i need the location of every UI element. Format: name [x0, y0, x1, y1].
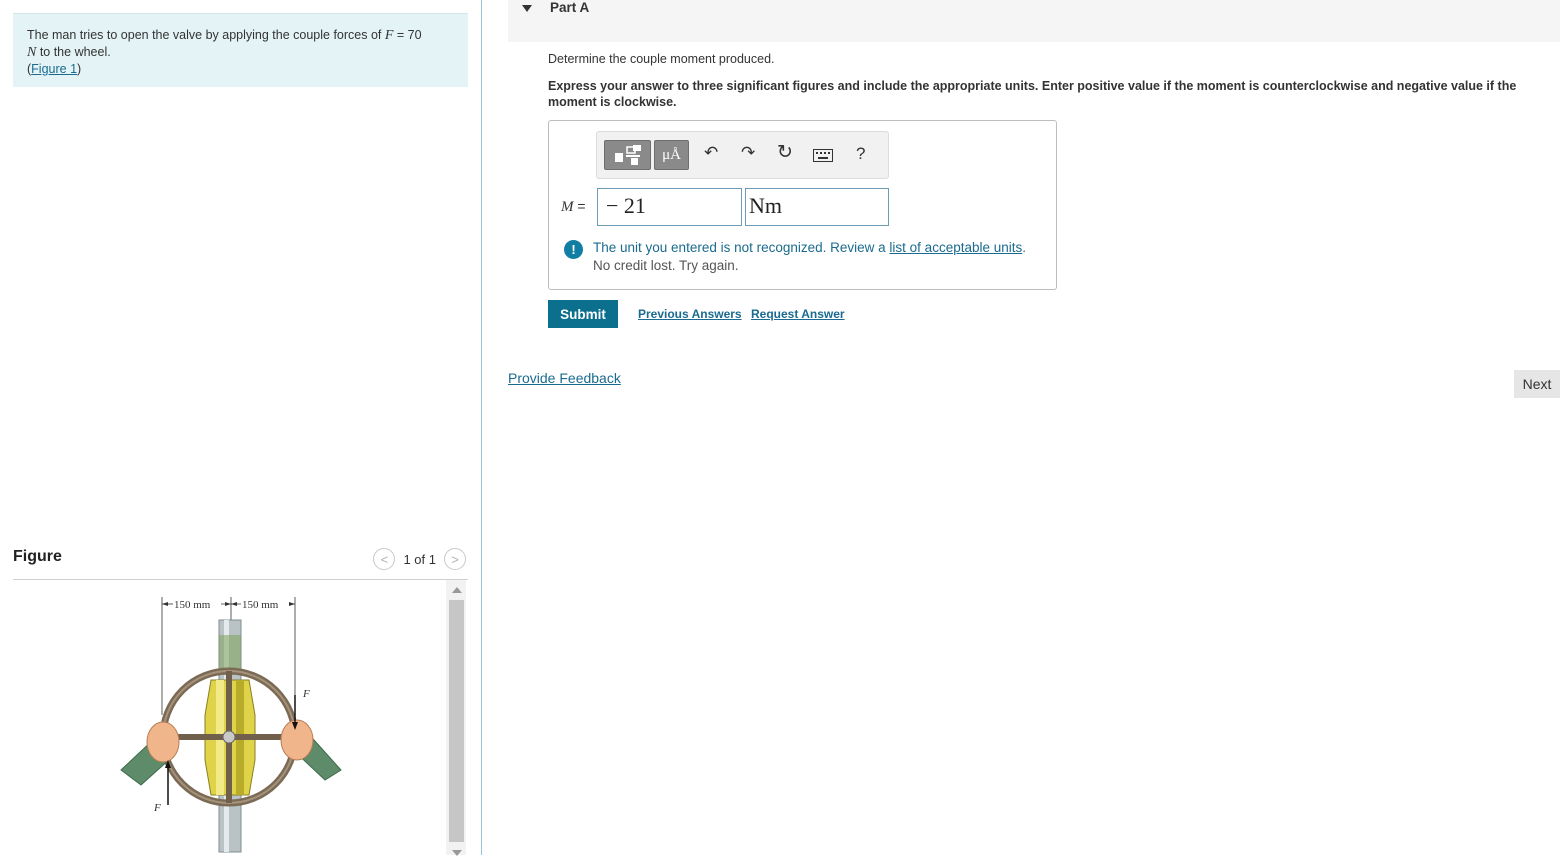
templates-button[interactable] [604, 140, 651, 170]
scroll-down-arrow-icon[interactable] [452, 850, 462, 856]
dim-left-label: 150 mm [174, 599, 211, 611]
unit-input[interactable]: Nm [745, 188, 889, 226]
feedback-message: The unit you entered is not recognized. … [593, 240, 1026, 255]
pager-text: 1 of 1 [403, 551, 436, 567]
valve-wheel-illustration: 150 mm 150 mm F F [120, 597, 342, 853]
question-text: Determine the couple moment produced. [548, 52, 775, 66]
request-answer-link[interactable]: Request Answer [751, 307, 845, 321]
paren-close: ) [77, 62, 82, 76]
panel-divider [481, 0, 482, 855]
instruction-text: Express your answer to three significant… [548, 79, 1517, 109]
feedback-retry: No credit lost. Try again. [593, 258, 739, 273]
warning-icon: ! [564, 240, 583, 259]
acceptable-units-link[interactable]: list of acceptable units [889, 240, 1022, 255]
force-value: = 70 [393, 28, 422, 42]
part-title: Part A [550, 0, 590, 15]
provide-feedback-link[interactable]: Provide Feedback [508, 370, 621, 386]
feedback-text: The unit you entered is not recognized. … [593, 240, 890, 255]
figure-pager: < 1 of 1 > [373, 548, 466, 570]
moment-label: M = [561, 198, 586, 216]
feedback-period: . [1022, 240, 1027, 255]
part-header[interactable] [508, 0, 1560, 42]
dim-right-label: 150 mm [242, 599, 279, 611]
undo-icon[interactable]: ↶ [704, 143, 718, 163]
force-label-bottom: F [153, 802, 161, 814]
keyboard-icon[interactable] [813, 147, 833, 167]
problem-statement: The man tries to open the valve by apply… [13, 13, 468, 87]
equals-sign: = [573, 198, 586, 214]
templates-icon [614, 145, 641, 165]
figure-link[interactable]: Figure 1 [31, 62, 77, 76]
problem-text-end: to the wheel. [36, 45, 111, 59]
next-figure-button[interactable]: > [444, 548, 466, 570]
units-button[interactable]: μÅ [654, 140, 689, 170]
redo-icon[interactable]: ↷ [741, 143, 755, 163]
value-input[interactable]: − 21 [597, 188, 742, 226]
figure-title: Figure [13, 548, 62, 565]
math-toolbar: μÅ ↶ ↷ ↻ ? [596, 131, 889, 179]
moment-variable: M [561, 199, 574, 215]
collapse-caret-icon[interactable] [522, 5, 532, 12]
figure-header: Figure < 1 of 1 > [13, 545, 468, 580]
previous-answers-link[interactable]: Previous Answers [638, 307, 742, 321]
reset-icon[interactable]: ↻ [777, 141, 793, 164]
figure-image: 150 mm 150 mm F F [13, 580, 465, 855]
unit-variable: N [27, 45, 37, 60]
force-label-top: F [302, 688, 310, 700]
help-button[interactable]: ? [856, 144, 865, 164]
next-button[interactable]: Next [1514, 370, 1560, 398]
scroll-up-arrow-icon[interactable] [452, 587, 462, 593]
prev-figure-button[interactable]: < [373, 548, 396, 570]
submit-button[interactable]: Submit [548, 300, 618, 328]
figure-scroll-thumb[interactable] [449, 600, 464, 842]
problem-text: The man tries to open the valve by apply… [27, 28, 385, 42]
